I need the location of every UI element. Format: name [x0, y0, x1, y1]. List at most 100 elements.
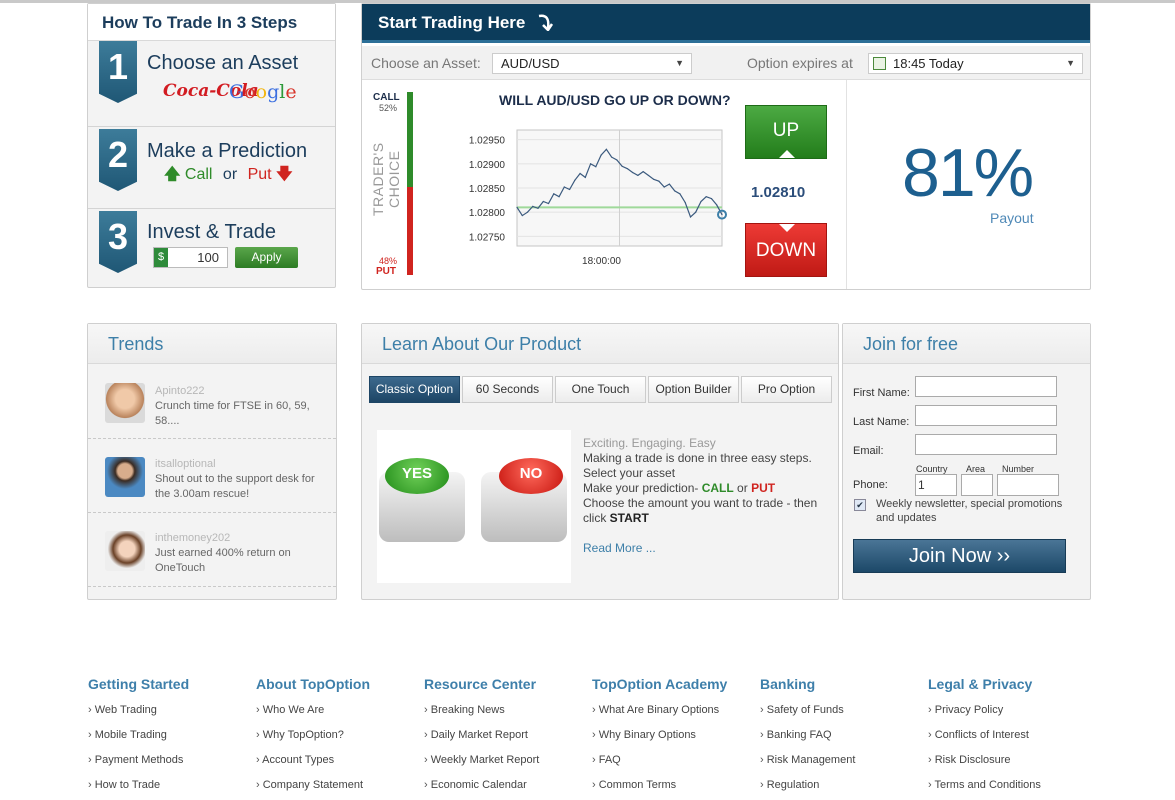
footer-heading[interactable]: Legal & Privacy: [928, 676, 1093, 692]
footer-heading[interactable]: TopOption Academy: [592, 676, 757, 692]
step-title: Make a Prediction: [147, 140, 308, 162]
footer-link[interactable]: Account Types: [256, 752, 421, 777]
trend-user: Apinto222: [155, 385, 205, 397]
call-label: Call: [184, 166, 213, 183]
footer-link[interactable]: Why Binary Options: [592, 727, 757, 752]
asset-select[interactable]: AUD/USD ▼: [492, 53, 692, 74]
footer-link[interactable]: Risk Disclosure: [928, 752, 1093, 777]
dollar-icon: $: [154, 248, 168, 267]
arrow-down-icon: 🡇: [276, 166, 293, 183]
expiry-select[interactable]: 18:45 Today ▼: [868, 53, 1083, 74]
area-label: Area: [966, 464, 986, 474]
footer-heading[interactable]: About TopOption: [256, 676, 421, 692]
y-tick-label: 1.02800: [469, 208, 506, 219]
footer-link[interactable]: Company Statement: [256, 777, 421, 800]
price-point: [584, 176, 586, 178]
area-code-field[interactable]: [961, 474, 993, 496]
price-point: [663, 186, 665, 188]
step-number-badge: 1: [99, 41, 137, 103]
price-point: [674, 190, 676, 192]
step-title: Choose an Asset: [147, 52, 299, 74]
price-point: [521, 214, 523, 217]
footer-link[interactable]: Terms and Conditions: [928, 777, 1093, 800]
read-more-link[interactable]: Read More ...: [583, 541, 833, 556]
footer-link[interactable]: Payment Methods: [88, 752, 253, 777]
apply-button[interactable]: Apply: [235, 247, 298, 268]
trend-item[interactable]: itsalloptional Shout out to the support …: [88, 439, 336, 513]
how-to-trade-title: How To Trade In 3 Steps: [102, 13, 298, 32]
amount-input[interactable]: $100: [153, 247, 228, 268]
tab-classic-option[interactable]: Classic Option: [369, 376, 460, 403]
prediction-text: Make your prediction-: [583, 481, 702, 495]
price-point: [537, 207, 539, 209]
down-button[interactable]: DOWN: [745, 223, 827, 277]
tab-one-touch[interactable]: One Touch: [555, 376, 646, 403]
footer-link[interactable]: Regulation: [760, 777, 925, 800]
price-point: [568, 188, 571, 191]
footer-link[interactable]: Mobile Trading: [88, 727, 253, 752]
price-point: [605, 148, 607, 150]
price-chart: 1.02950 1.02900 1.02850 1.02800 1.02750 18:00…: [469, 129, 727, 267]
trends-panel: Trends Apinto222 Crunch time for FTSE in…: [87, 323, 337, 600]
footer-link[interactable]: Common Terms: [592, 777, 757, 800]
trend-item[interactable]: inthemoney202 Just earned 400% return on…: [88, 513, 336, 587]
footer-link[interactable]: FAQ: [592, 752, 757, 777]
footer-link[interactable]: Daily Market Report: [424, 727, 589, 752]
footer-heading[interactable]: Resource Center: [424, 676, 589, 692]
footer-link[interactable]: Banking FAQ: [760, 727, 925, 752]
trend-item[interactable]: Apinto222 Crunch time for FTSE in 60, 59…: [88, 365, 336, 439]
price-point: [626, 168, 628, 170]
price-point: [558, 196, 560, 198]
step-number-badge: 3: [99, 211, 137, 273]
footer-link[interactable]: Economic Calendar: [424, 777, 589, 800]
country-label: Country: [916, 464, 948, 474]
how-to-trade-panel: How To Trade In 3 Steps 1 Choose an Asse…: [87, 3, 336, 288]
footer-link[interactable]: Web Trading: [88, 702, 253, 727]
first-name-field[interactable]: [915, 376, 1057, 397]
footer-link[interactable]: Who We Are: [256, 702, 421, 727]
price-point: [611, 156, 613, 158]
price-point: [705, 196, 707, 198]
footer-link[interactable]: What Are Binary Options: [592, 702, 757, 727]
footer-heading[interactable]: Banking: [760, 676, 925, 692]
phone-number-field[interactable]: [997, 474, 1059, 496]
up-button[interactable]: UP: [745, 105, 827, 159]
trend-user: itsalloptional: [155, 458, 216, 470]
tab-60-seconds[interactable]: 60 Seconds: [462, 376, 553, 403]
payout-value: 81%: [902, 135, 1034, 211]
down-arrow-icon: [779, 224, 795, 232]
footer-link[interactable]: Weekly Market Report: [424, 752, 589, 777]
divider: [846, 80, 847, 289]
price-point: [621, 165, 623, 167]
footer-link[interactable]: Risk Management: [760, 752, 925, 777]
footer-link[interactable]: Privacy Policy: [928, 702, 1093, 727]
country-code-field[interactable]: 1: [915, 474, 957, 496]
newsletter-checkbox[interactable]: ✔: [854, 499, 866, 511]
clock-icon: [873, 57, 886, 70]
current-price: 1.02810: [751, 184, 806, 201]
footer-link[interactable]: Breaking News: [424, 702, 589, 727]
asset-selection-row: Choose an Asset: AUD/USD ▼ Option expires…: [362, 46, 1090, 80]
price-point: [684, 201, 686, 204]
number-label: Number: [1002, 464, 1035, 474]
footer-link[interactable]: Safety of Funds: [760, 702, 925, 727]
tab-option-builder[interactable]: Option Builder: [648, 376, 739, 403]
join-now-button[interactable]: Join Now ››: [853, 539, 1066, 573]
tab-pro-option[interactable]: Pro Option: [741, 376, 832, 403]
trend-text: Crunch time for FTSE in 60, 59, 58....: [155, 400, 310, 427]
put-label: Put: [247, 166, 272, 183]
traders-choice-label: TRADER'S CHOICE: [370, 142, 402, 216]
step-title: Invest & Trade: [147, 221, 276, 243]
last-name-field[interactable]: [915, 405, 1057, 426]
price-point: [695, 211, 697, 213]
footer-link[interactable]: Conflicts of Interest: [928, 727, 1093, 752]
email-field[interactable]: [915, 434, 1057, 455]
trends-header: Trends: [88, 324, 336, 364]
footer-heading[interactable]: Getting Started: [88, 676, 253, 692]
join-title: Join for free: [863, 334, 959, 354]
footer-link[interactable]: Why TopOption?: [256, 727, 421, 752]
avatar: [105, 383, 145, 423]
down-label: DOWN: [755, 240, 817, 261]
price-point: [532, 205, 534, 207]
footer-link[interactable]: How to Trade: [88, 777, 253, 800]
